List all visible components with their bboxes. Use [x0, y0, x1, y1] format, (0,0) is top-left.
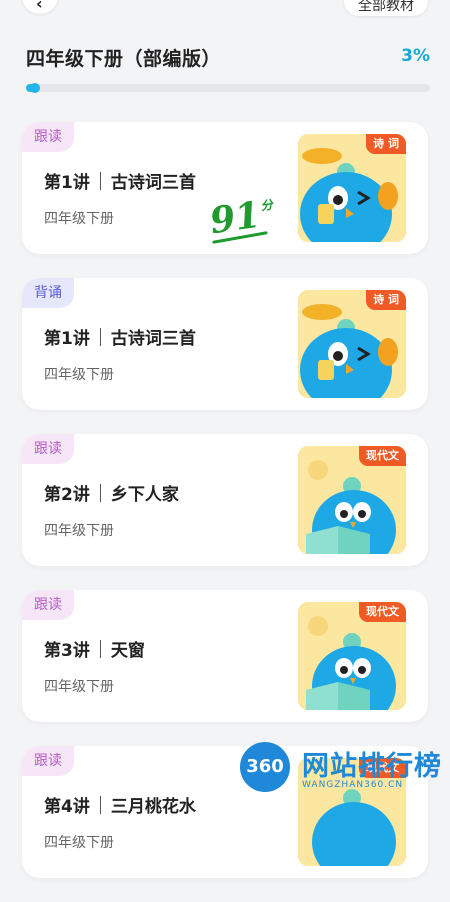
lesson-thumbnail: 诗 词: [298, 134, 406, 242]
lesson-number: 第2讲: [44, 485, 90, 505]
divider: [99, 327, 101, 346]
lesson-title: 天窗: [110, 641, 145, 661]
lesson-card[interactable]: 背诵 第1讲 古诗词三首 四年级下册 诗 词: [22, 278, 428, 410]
lesson-heading: 第1讲 古诗词三首: [44, 168, 196, 193]
back-button[interactable]: ‹: [22, 0, 58, 14]
grade-label: 四年级下册: [44, 367, 114, 383]
divider: [99, 171, 101, 190]
lesson-title: 三月桃花水: [110, 797, 196, 817]
lesson-number: 第1讲: [44, 329, 90, 349]
lesson-card[interactable]: 跟读 第2讲 乡下人家 四年级下册 现代文: [22, 434, 428, 566]
lesson-heading: 第3讲 天窗: [44, 636, 145, 661]
grade-label: 四年级下册: [44, 679, 114, 695]
top-bar: ‹ 全部教材: [0, 0, 450, 18]
lesson-card[interactable]: 跟读 第1讲 古诗词三首 四年级下册 91分 诗 词: [22, 122, 428, 254]
divider: [99, 483, 101, 502]
watermark-logo: 360 网站排行榜 WANGZHAN360.CN: [236, 738, 450, 800]
score-unit: 分: [259, 197, 274, 214]
grade-label: 四年级下册: [44, 211, 114, 227]
lesson-number: 第3讲: [44, 641, 90, 661]
lesson-title: 古诗词三首: [110, 173, 196, 193]
mode-tag: 跟读: [22, 590, 74, 620]
grade-label: 四年级下册: [44, 523, 114, 539]
grade-label: 四年级下册: [44, 835, 114, 851]
progress-bar: [26, 83, 430, 93]
lesson-number: 第1讲: [44, 173, 90, 193]
lesson-heading: 第1讲 古诗词三首: [44, 324, 196, 349]
lesson-number: 第4讲: [44, 797, 90, 817]
mode-tag: 跟读: [22, 434, 74, 464]
chevron-left-icon: ‹: [36, 0, 43, 13]
lesson-title: 乡下人家: [110, 485, 179, 505]
lesson-thumbnail: 诗 词: [298, 290, 406, 398]
lesson-card[interactable]: 跟读 第3讲 天窗 四年级下册 现代文: [22, 590, 428, 722]
lesson-heading: 第2讲 乡下人家: [44, 480, 179, 505]
watermark-title: 网站排行榜: [302, 751, 442, 782]
lesson-heading: 第4讲 三月桃花水: [44, 792, 196, 817]
category-ribbon: 诗 词: [366, 134, 406, 154]
page-title: 四年级下册（部编版）: [26, 48, 222, 70]
watermark-badge: 360: [240, 742, 290, 792]
progress-handle: [30, 83, 40, 93]
category-ribbon: 现代文: [359, 602, 406, 622]
lesson-title: 古诗词三首: [110, 329, 196, 349]
divider: [99, 795, 101, 814]
category-ribbon: 诗 词: [366, 290, 406, 310]
category-ribbon: 现代文: [359, 446, 406, 466]
lesson-thumbnail: 现代文: [298, 602, 406, 710]
all-materials-button[interactable]: 全部教材: [344, 0, 428, 16]
mode-tag: 跟读: [22, 746, 74, 776]
divider: [99, 639, 101, 658]
watermark-url: WANGZHAN360.CN: [302, 780, 404, 790]
mode-tag: 背诵: [22, 278, 74, 308]
mode-tag: 跟读: [22, 122, 74, 152]
progress-percent: 3%: [401, 46, 430, 66]
lesson-thumbnail: 现代文: [298, 446, 406, 554]
